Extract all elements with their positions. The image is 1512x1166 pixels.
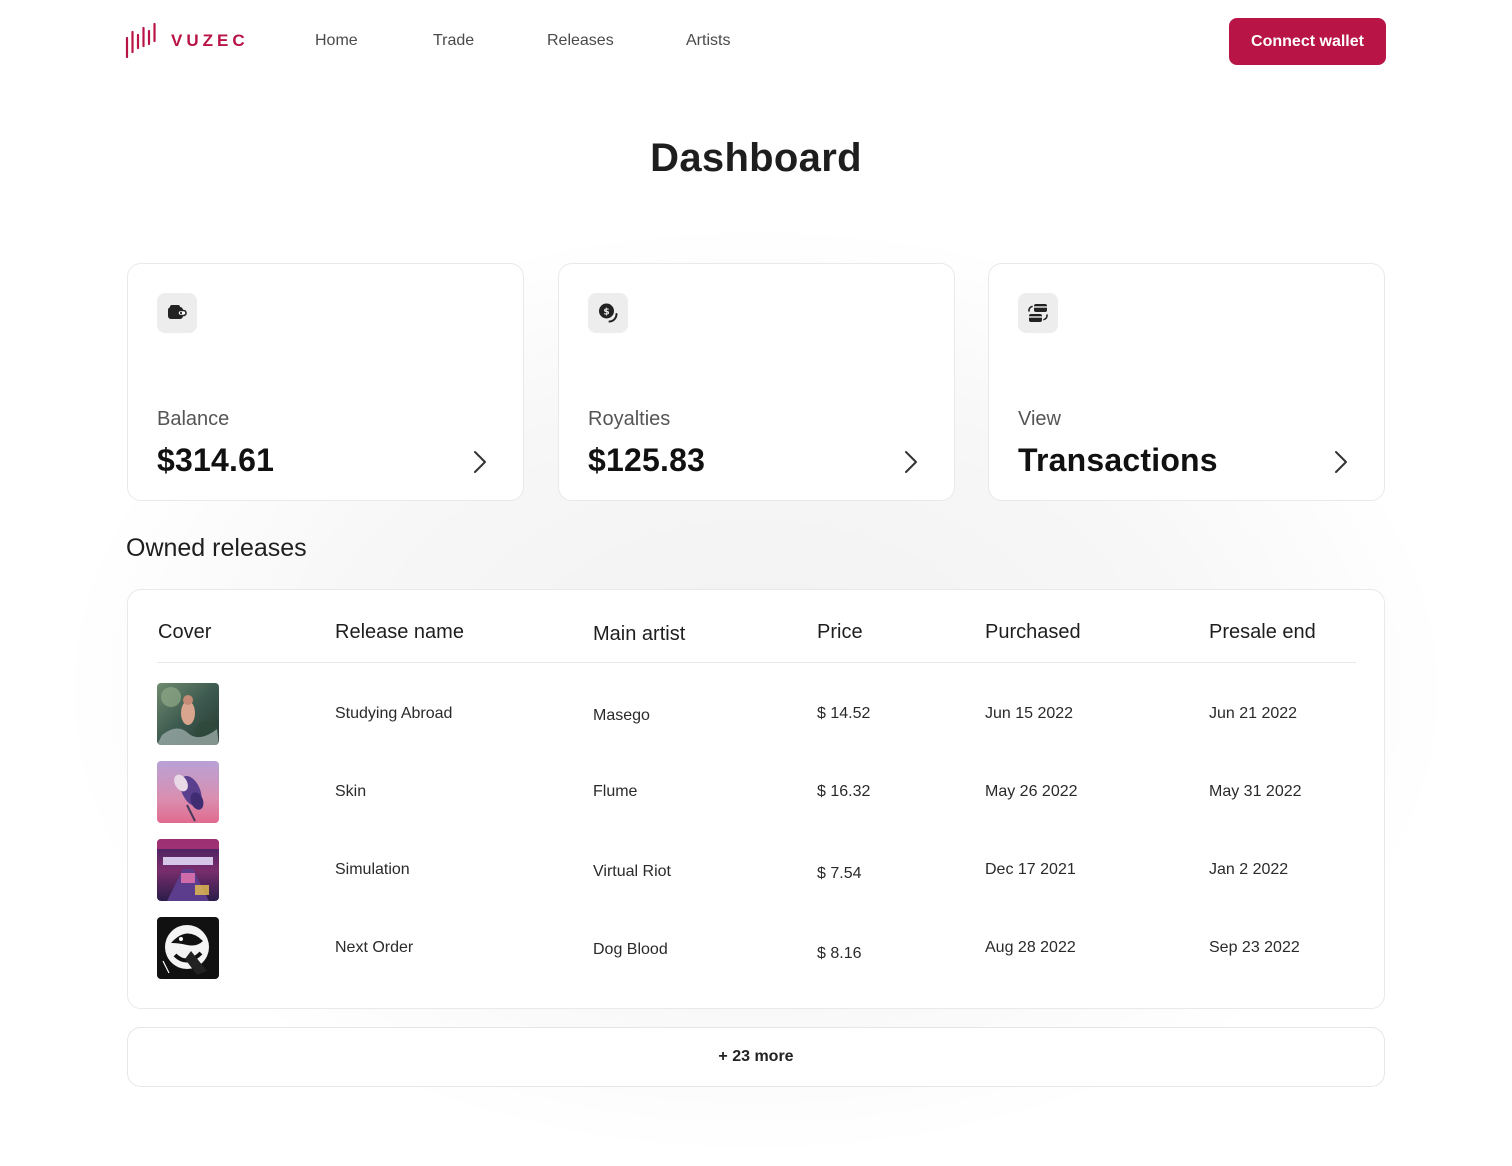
price: $ 8.16 [817,945,862,962]
royalties-label: Royalties [588,408,671,430]
release-name[interactable]: Studying Abroad [335,705,452,723]
chevron-right-icon [1335,451,1347,473]
main-artist[interactable]: Virtual Riot [593,863,671,881]
nav-home[interactable]: Home [315,30,358,52]
owned-releases-title: Owned releases [126,534,307,562]
royalties-card[interactable]: $ Royalties $125.83 [558,263,955,501]
column-header-release-name: Release name [335,621,464,643]
column-header-purchased: Purchased [985,621,1081,643]
table-row[interactable]: Skin Flume $ 16.32 May 26 2022 May 31 20… [128,761,1386,823]
balance-card[interactable]: Balance $314.61 [127,263,524,501]
royalties-value: $125.83 [588,442,706,478]
royalty-coin-icon: $ [588,293,628,333]
price: $ 14.52 [817,705,871,722]
svg-text:$: $ [603,307,609,317]
price: $ 16.32 [817,783,871,800]
column-header-cover: Cover [158,621,212,643]
chevron-right-icon [905,451,917,473]
release-name[interactable]: Skin [335,783,366,801]
brand-name: VUZEC [171,31,249,50]
purchased-date: May 26 2022 [985,783,1078,800]
page-title: Dashboard [650,136,862,180]
presale-end-date: May 31 2022 [1209,783,1302,800]
owned-releases-table: Cover Release name Main artist Price Pur… [127,589,1385,1009]
transactions-value: Transactions [1018,442,1218,478]
column-header-main-artist: Main artist [593,623,686,645]
brand-logo[interactable]: VUZEC [125,22,249,60]
nav-artists[interactable]: Artists [686,30,730,52]
header-divider [157,662,1356,663]
column-header-price: Price [817,621,863,643]
top-header: VUZEC Home Trade Releases Artists Connec… [0,0,1512,82]
balance-label: Balance [157,408,230,430]
table-row[interactable]: Simulation Virtual Riot $ 7.54 Dec 17 20… [128,839,1386,901]
cover-art [157,917,219,979]
transactions-icon [1018,293,1058,333]
nav-releases[interactable]: Releases [547,30,614,52]
show-more-button[interactable]: + 23 more [127,1027,1385,1087]
table-row[interactable]: Next Order Dog Blood $ 8.16 Aug 28 2022 … [128,917,1386,979]
presale-end-date: Jun 21 2022 [1209,705,1298,722]
connect-wallet-button[interactable]: Connect wallet [1229,18,1386,65]
column-header-presale-end: Presale end [1209,621,1316,643]
purchased-date: Aug 28 2022 [985,939,1076,956]
wallet-icon [157,293,197,333]
cover-art [157,839,219,901]
main-artist[interactable]: Flume [593,783,637,801]
balance-value: $314.61 [157,442,275,478]
purchased-date: Dec 17 2021 [985,861,1076,878]
purchased-date: Jun 15 2022 [985,705,1074,722]
presale-end-date: Jan 2 2022 [1209,861,1289,878]
nav-trade[interactable]: Trade [433,30,474,52]
release-name[interactable]: Simulation [335,861,410,879]
price: $ 7.54 [817,865,862,882]
waveform-logo-icon [125,22,156,59]
main-artist[interactable]: Masego [593,707,650,725]
view-label: View [1018,408,1061,430]
main-artist[interactable]: Dog Blood [593,941,668,959]
cover-art [157,761,219,823]
release-name[interactable]: Next Order [335,939,413,957]
transactions-card[interactable]: View Transactions [988,263,1385,501]
chevron-right-icon [474,451,486,473]
cover-art [157,683,219,745]
table-row[interactable]: Studying Abroad Masego $ 14.52 Jun 15 20… [128,683,1386,745]
presale-end-date: Sep 23 2022 [1209,939,1300,956]
dashboard-page: VUZEC Home Trade Releases Artists Connec… [0,0,1512,1166]
